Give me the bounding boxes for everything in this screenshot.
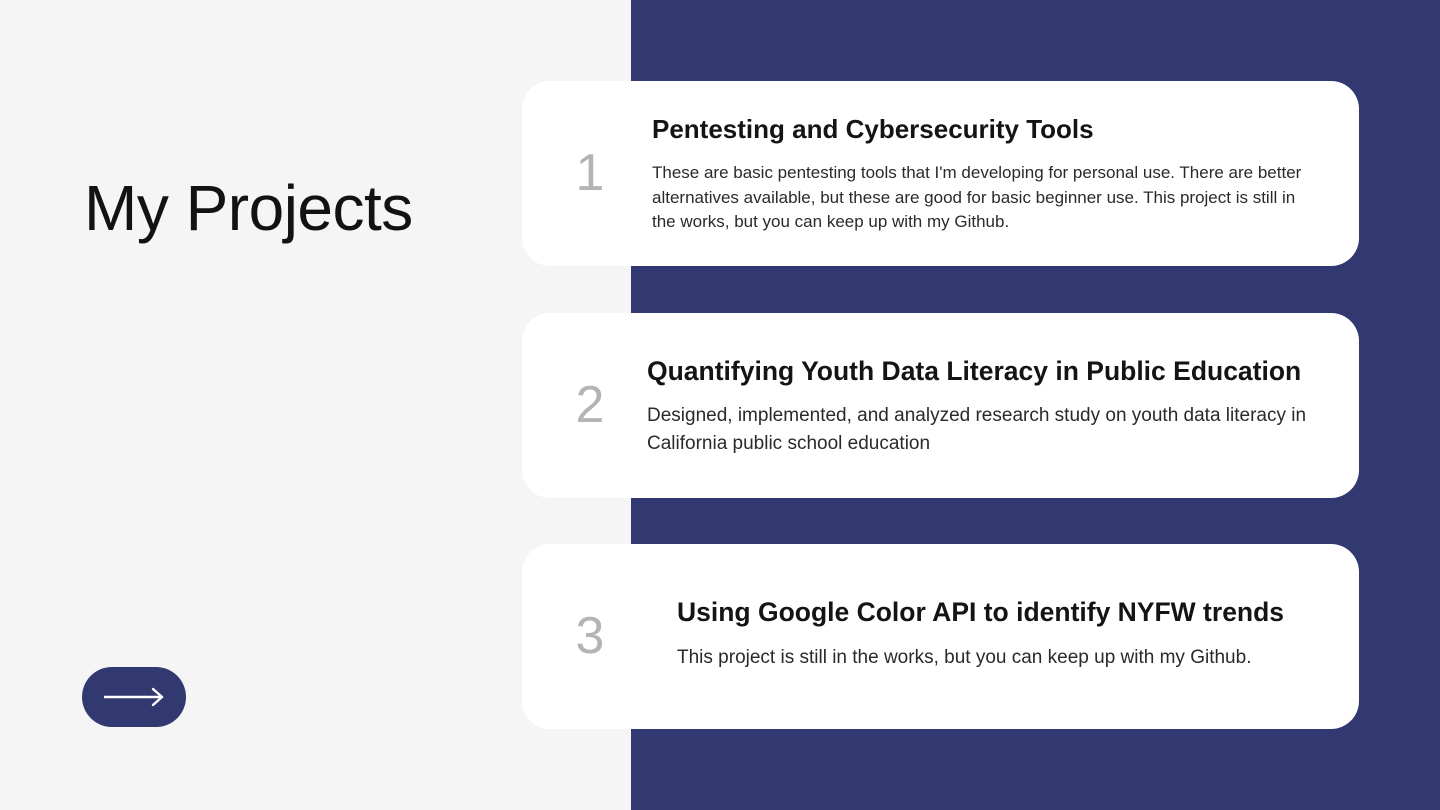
project-number: 2: [575, 376, 605, 434]
project-description: Designed, implemented, and analyzed rese…: [647, 405, 1307, 454]
project-description: These are basic pentesting tools that I'…: [652, 163, 1302, 231]
next-button[interactable]: [82, 667, 186, 727]
arrow-right-icon: [104, 687, 164, 707]
page-title: My Projects: [84, 172, 413, 244]
project-number: 1: [575, 144, 605, 202]
project-description: This project is still in the works, but …: [677, 647, 1252, 668]
project-card[interactable]: 3 Using Google Color API to identify NYF…: [522, 544, 1359, 729]
project-card[interactable]: 1 Pentesting and Cybersecurity Tools The…: [522, 81, 1359, 266]
project-title: Quantifying Youth Data Literacy in Publi…: [647, 356, 1302, 386]
project-card[interactable]: 2 Quantifying Youth Data Literacy in Pub…: [522, 313, 1359, 498]
project-title: Using Google Color API to identify NYFW …: [677, 597, 1285, 627]
project-title: Pentesting and Cybersecurity Tools: [652, 114, 1094, 144]
project-number: 3: [575, 607, 605, 665]
